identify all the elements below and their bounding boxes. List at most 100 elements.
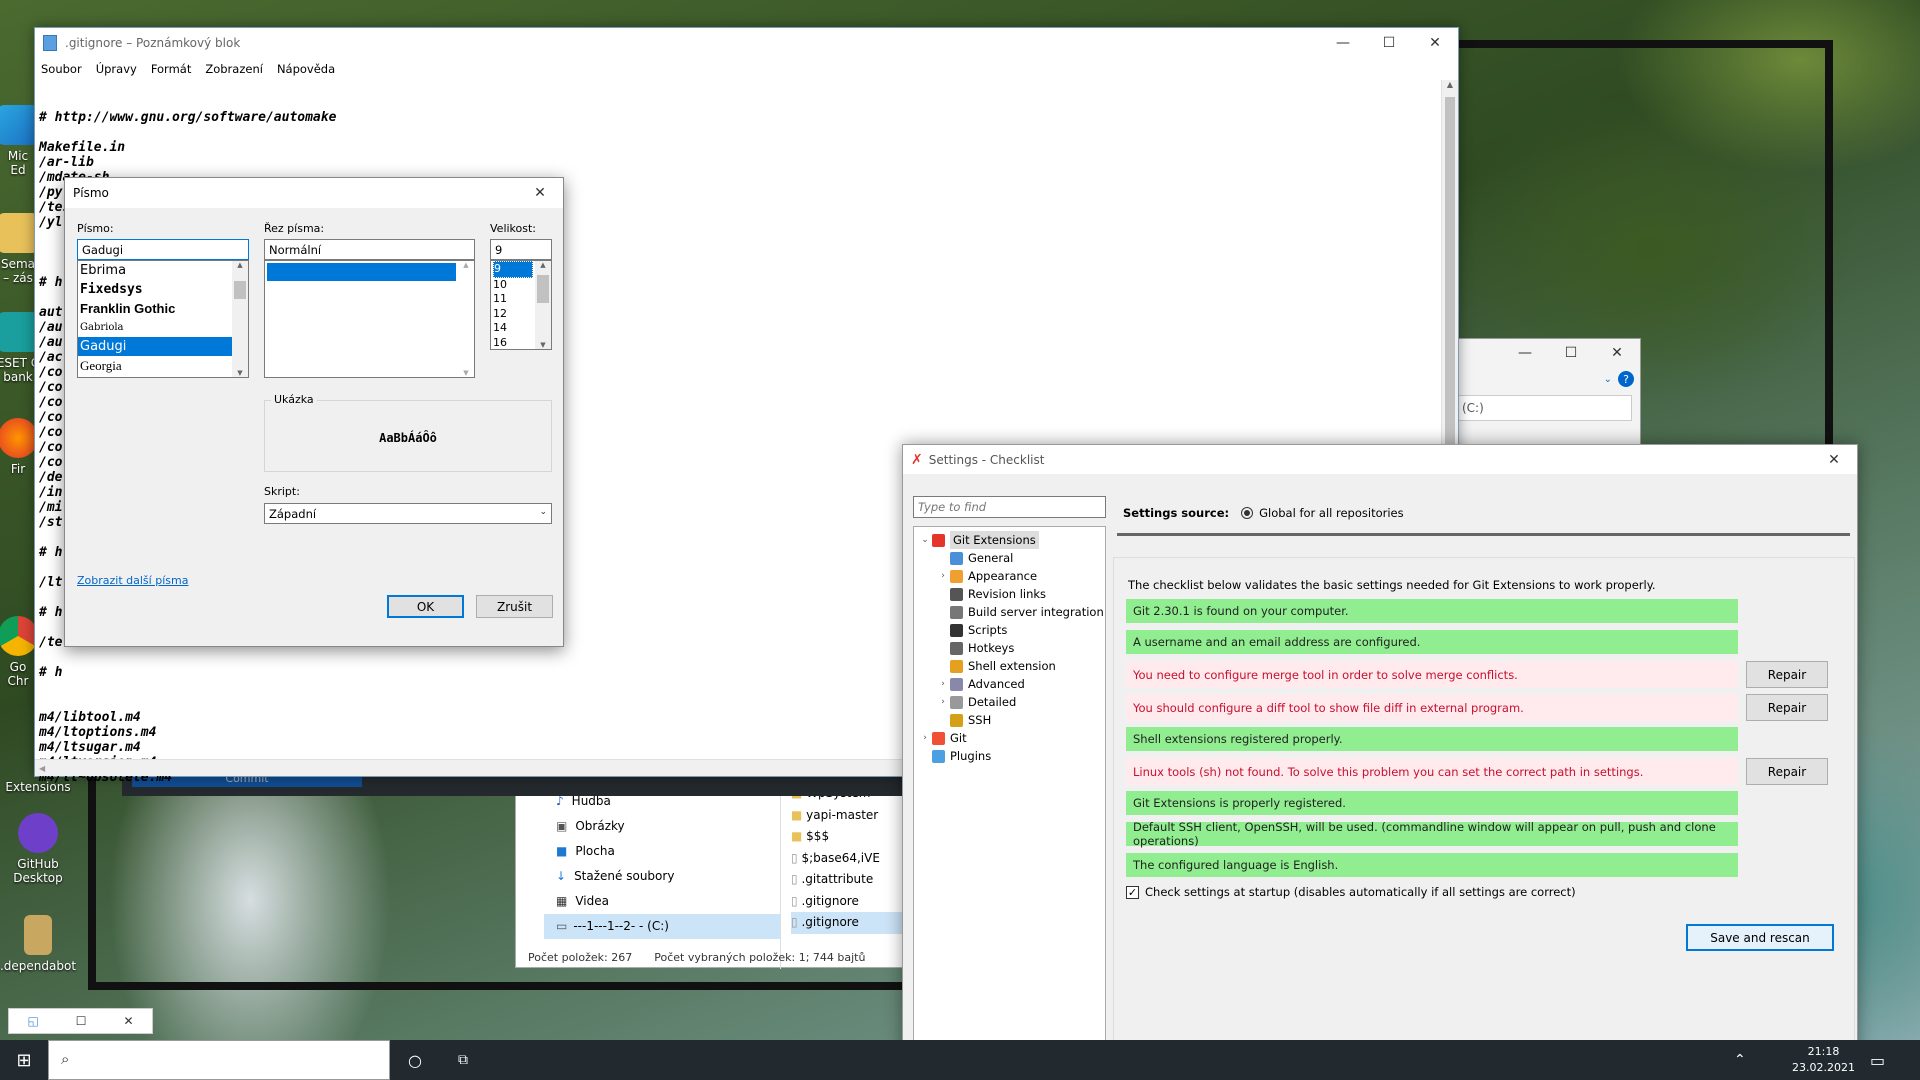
font-size-option[interactable]: 11: [493, 292, 533, 307]
font-size-option[interactable]: 12: [493, 307, 533, 322]
maximize-icon[interactable]: ☐: [1366, 28, 1412, 58]
font-option[interactable]: Fixedsys: [78, 280, 232, 299]
startup-check-label: Check settings at startup (disables auto…: [1145, 885, 1576, 899]
tree-item-git-extensions[interactable]: ⌄ Git Extensions: [918, 531, 1105, 549]
menu-edit[interactable]: Úpravy: [96, 62, 137, 76]
desktop-icon-github-desktop[interactable]: GitHub Desktop: [0, 813, 78, 885]
scroll-up-icon[interactable]: ▲: [1442, 80, 1458, 97]
tree-item-label: Plugins: [950, 749, 992, 763]
settings-source-label: Settings source:: [1123, 506, 1230, 520]
repair-button[interactable]: Repair: [1746, 661, 1828, 688]
menu-help[interactable]: Nápověda: [277, 62, 335, 76]
tree-item-ssh[interactable]: SSH: [918, 711, 1105, 729]
font-option[interactable]: Ebrima: [78, 261, 232, 280]
settings-source-row: Settings source: Global for all reposito…: [1123, 506, 1404, 520]
repair-button[interactable]: Repair: [1746, 694, 1828, 721]
font-size-scrollbar[interactable]: ▲ ▼: [535, 261, 551, 349]
maximize-icon[interactable]: ☐: [76, 1014, 87, 1028]
edge-icon: [0, 105, 38, 145]
tree-item-revision-links[interactable]: Revision links: [918, 585, 1105, 603]
font-size-option[interactable]: 10: [493, 278, 533, 293]
nav-item-pictures[interactable]: ▣ Obrázky: [556, 814, 780, 839]
collapse-icon[interactable]: ›: [936, 693, 950, 711]
show-more-fonts-link[interactable]: Zobrazit další písma: [77, 574, 188, 587]
font-size-option-selected[interactable]: 9: [493, 261, 533, 278]
scroll-left-icon[interactable]: ◀: [35, 764, 45, 773]
chevron-down-icon[interactable]: ⌄: [1604, 374, 1612, 385]
clock[interactable]: 21:18 23.02.2021: [1792, 1044, 1855, 1076]
script-select[interactable]: Západní ⌄: [264, 503, 552, 524]
list-item[interactable]: ■ $$$: [791, 826, 911, 848]
close-icon[interactable]: ✕: [1811, 445, 1857, 475]
tree-item-advanced[interactable]: › Advanced: [918, 675, 1105, 693]
settings-search-input[interactable]: Type to find: [913, 496, 1106, 518]
menu-format[interactable]: Formát: [151, 62, 192, 76]
windows-start-icon[interactable]: ⊞: [0, 1050, 48, 1071]
nav-item-desktop[interactable]: ■ Plocha: [556, 839, 780, 864]
list-item[interactable]: ▯ .gitattribute: [791, 869, 911, 891]
font-size-input[interactable]: 9: [490, 239, 552, 260]
nav-item-downloads[interactable]: ↓ Stažené soubory: [556, 864, 780, 889]
font-style-scrollbar[interactable]: ▲ ▼: [458, 261, 474, 377]
font-option[interactable]: Franklin Gothic: [78, 299, 232, 318]
list-item[interactable]: ▯ .gitignore: [791, 891, 911, 913]
font-option-selected[interactable]: Gadugi: [78, 337, 232, 356]
expand-icon[interactable]: ⌄: [918, 531, 932, 549]
menu-view[interactable]: Zobrazení: [205, 62, 263, 76]
font-style-option-selected[interactable]: [267, 263, 456, 281]
tree-item-git[interactable]: › Git: [918, 729, 1105, 747]
desktop-icon-dependabot[interactable]: .dependabot: [0, 915, 78, 973]
minimize-icon[interactable]: —: [1320, 28, 1366, 58]
close-icon[interactable]: ✕: [1594, 338, 1640, 368]
notification-icon[interactable]: ▭: [1870, 1051, 1885, 1070]
nav-item-drive-c[interactable]: ▭ ---1---1--2- - (C:): [544, 914, 780, 939]
task-view-icon[interactable]: ⧉: [448, 1052, 478, 1068]
font-name-input[interactable]: Gadugi: [77, 239, 249, 260]
font-size-option[interactable]: 14: [493, 321, 533, 336]
collapse-icon[interactable]: ›: [936, 567, 950, 585]
nav-item-videos[interactable]: ▦ Videa: [556, 889, 780, 914]
checklist: Git 2.30.1 is found on your computer. A u…: [1126, 599, 1846, 877]
desktop-icon: ■: [556, 844, 568, 858]
close-icon[interactable]: ✕: [517, 178, 563, 208]
minimize-icon[interactable]: —: [1502, 338, 1548, 368]
tree-item-detailed[interactable]: › Detailed: [918, 693, 1105, 711]
address-bar[interactable]: (C:): [1456, 395, 1632, 421]
collapse-icon[interactable]: ›: [918, 729, 932, 747]
global-radio[interactable]: [1241, 507, 1254, 519]
build-icon: [950, 605, 963, 619]
tree-item-build-server-integration[interactable]: Build server integration: [918, 603, 1105, 621]
font-list-scrollbar[interactable]: ▲ ▼: [232, 261, 248, 377]
cancel-button[interactable]: Zrušit: [476, 595, 553, 618]
font-style-list[interactable]: ▲ ▼: [264, 260, 475, 378]
repair-button[interactable]: Repair: [1746, 758, 1828, 785]
tree-item-scripts[interactable]: Scripts: [918, 621, 1105, 639]
collapse-icon[interactable]: ›: [936, 675, 950, 693]
tree-item-hotkeys[interactable]: Hotkeys: [918, 639, 1105, 657]
font-option[interactable]: Georgia: [78, 356, 232, 375]
font-size-option[interactable]: 16: [493, 336, 533, 350]
close-icon[interactable]: ✕: [1412, 28, 1458, 58]
tree-item-general[interactable]: General: [918, 549, 1105, 567]
font-option[interactable]: Gabriola: [78, 318, 232, 337]
font-list[interactable]: ▲ ▼ Ebrima Fixedsys Franklin Gothic Gabr…: [77, 260, 249, 378]
tree-item-shell-extension[interactable]: Shell extension: [918, 657, 1105, 675]
maximize-icon[interactable]: ☐: [1548, 338, 1594, 368]
cortana-icon[interactable]: ○: [400, 1051, 430, 1070]
help-icon[interactable]: ?: [1618, 371, 1634, 387]
taskbar-search-box[interactable]: ⌕: [48, 1040, 390, 1080]
tree-item-appearance[interactable]: › Appearance: [918, 567, 1105, 585]
ok-button[interactable]: OK: [387, 595, 464, 618]
font-size-list[interactable]: ▲▼ 9 10 11 12 14 16 18: [490, 260, 552, 350]
menu-file[interactable]: Soubor: [41, 62, 82, 76]
settings-tree[interactable]: ⌄ Git Extensions General › Appearance Revisio…: [913, 526, 1106, 1065]
list-item-selected[interactable]: ▯ .gitignore: [791, 912, 911, 934]
tree-item-plugins[interactable]: Plugins: [918, 747, 1105, 765]
list-item[interactable]: ▯ $;base64,iVE: [791, 848, 911, 870]
close-icon[interactable]: ✕: [123, 1014, 133, 1028]
save-and-rescan-button[interactable]: Save and rescan: [1686, 924, 1834, 951]
chevron-up-icon[interactable]: ⌃: [1734, 1052, 1746, 1068]
font-style-input[interactable]: Normální: [264, 239, 475, 260]
startup-checkbox[interactable]: ✓: [1126, 885, 1139, 899]
check-row: Default SSH client, OpenSSH, will be use…: [1126, 820, 1846, 848]
